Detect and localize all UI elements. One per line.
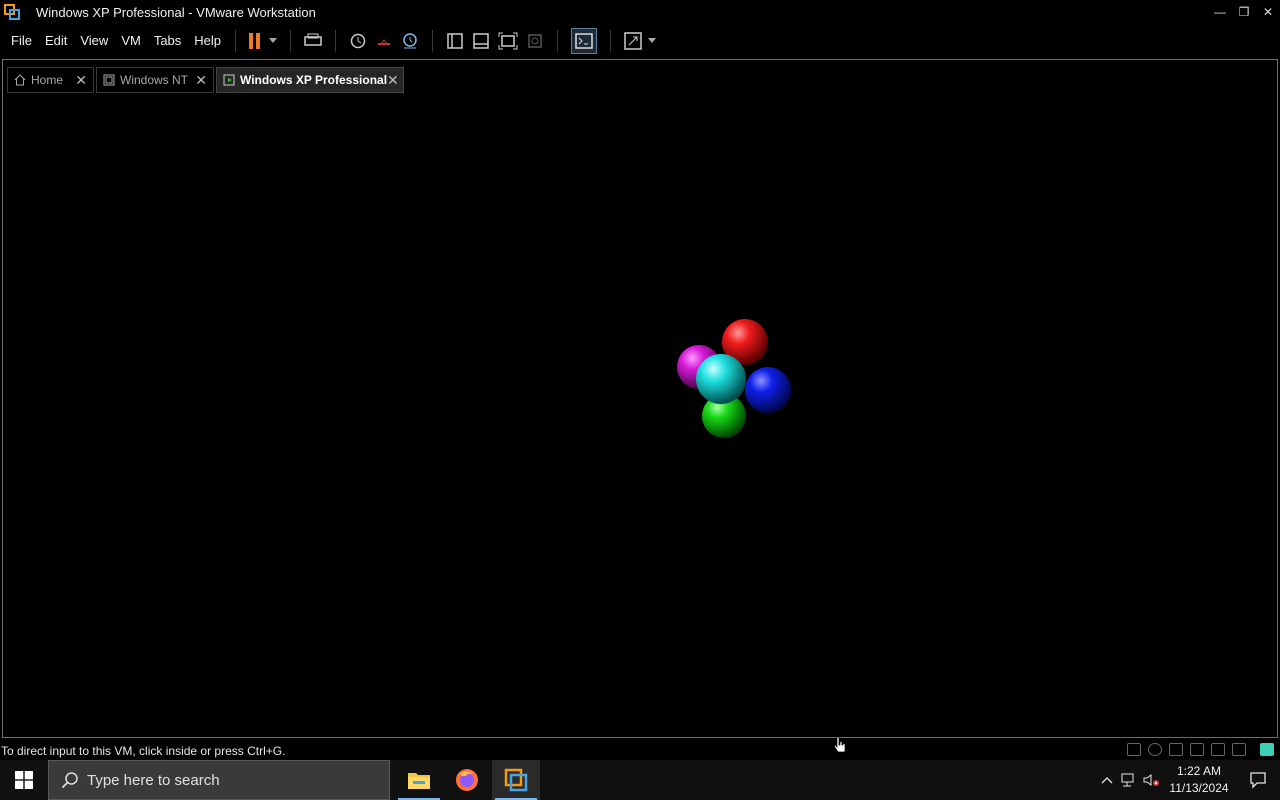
- device-status-icons: [1120, 743, 1274, 756]
- notification-center-button[interactable]: [1236, 760, 1280, 800]
- revert-snapshot-icon: [378, 38, 391, 45]
- volume-muted-icon[interactable]: [1140, 760, 1162, 800]
- close-button[interactable]: ✕: [1256, 0, 1280, 24]
- show-library-button[interactable]: [446, 30, 464, 52]
- title-bar: Windows XP Professional - VMware Worksta…: [0, 0, 1280, 24]
- menu-tabs[interactable]: Tabs: [154, 33, 181, 48]
- menu-edit[interactable]: Edit: [45, 33, 67, 48]
- pause-icon: [249, 32, 254, 49]
- floppy-icon[interactable]: [1169, 743, 1183, 756]
- tab-label: Windows XP Professional: [240, 73, 388, 87]
- menu-toolbar: File Edit View VM Tabs Help: [0, 24, 1280, 57]
- full-screen-icon: [498, 32, 518, 49]
- minimize-button[interactable]: —: [1208, 0, 1232, 24]
- screensaver-spheres: [677, 319, 791, 438]
- toolbar-separator: [610, 29, 612, 52]
- vmware-workstation-icon: [504, 768, 528, 792]
- tab-label: Windows NT: [120, 73, 189, 87]
- taskbar-file-explorer[interactable]: [395, 760, 443, 800]
- unity-button[interactable]: [526, 30, 544, 52]
- thumbnail-bar-icon: [473, 32, 489, 49]
- network-adapter-icon[interactable]: [1190, 743, 1204, 756]
- close-icon[interactable]: ✕: [75, 72, 87, 89]
- console-view-icon: [575, 32, 593, 49]
- toolbar-separator: [335, 29, 337, 52]
- window-controls: — ❐ ✕: [1208, 0, 1280, 24]
- send-ctrl-alt-del-icon: [304, 33, 322, 46]
- sphere-cyan: [696, 354, 746, 404]
- taskbar-clock[interactable]: 1:22 AM 11/13/2024: [1162, 763, 1236, 797]
- tab-home[interactable]: Home ✕: [7, 67, 94, 93]
- notification-icon: [1250, 772, 1266, 789]
- usb-icon[interactable]: [1211, 743, 1225, 756]
- search-icon: [61, 772, 78, 789]
- message-log-icon[interactable]: [1260, 743, 1274, 756]
- home-icon: [14, 74, 26, 86]
- vm-display[interactable]: [3, 97, 1275, 735]
- hard-disk-icon[interactable]: [1127, 743, 1141, 756]
- full-screen-button[interactable]: [498, 30, 518, 52]
- toolbar-separator: [557, 29, 559, 52]
- close-icon[interactable]: ✕: [387, 72, 399, 89]
- snapshot-icon: [350, 33, 366, 48]
- vm-icon: [103, 74, 115, 86]
- vm-running-icon: [223, 74, 235, 86]
- status-bar: To direct input to this VM, click inside…: [0, 736, 1280, 760]
- stretch-guest-button[interactable]: [624, 30, 657, 52]
- sphere-blue: [745, 367, 791, 413]
- snapshot-manager-icon: [403, 32, 417, 48]
- close-icon[interactable]: ✕: [195, 72, 207, 89]
- status-message: To direct input to this VM, click inside…: [1, 743, 286, 758]
- start-button[interactable]: [0, 760, 48, 800]
- stretch-guest-icon: [624, 31, 642, 50]
- tab-windows-nt[interactable]: Windows NT ✕: [96, 67, 214, 93]
- tab-windows-xp-professional[interactable]: Windows XP Professional ✕: [216, 67, 404, 93]
- windows-taskbar: Type here to search 1:22 AM 11/13/2024: [0, 760, 1280, 800]
- system-tray: 1:22 AM 11/13/2024: [1096, 760, 1280, 800]
- menu-file[interactable]: File: [11, 33, 32, 48]
- take-snapshot-button[interactable]: [349, 30, 367, 52]
- search-placeholder: Type here to search: [87, 771, 220, 789]
- snapshot-manager-button[interactable]: [401, 30, 419, 52]
- revert-snapshot-button[interactable]: [375, 30, 393, 52]
- cd-dvd-icon[interactable]: [1148, 743, 1162, 756]
- clock-time: 1:22 AM: [1176, 764, 1222, 778]
- menu-view[interactable]: View: [80, 33, 108, 48]
- file-explorer-icon: [408, 773, 430, 789]
- chevron-up-icon[interactable]: [1096, 760, 1118, 800]
- toolbar-separator: [235, 29, 237, 52]
- firefox-icon: [456, 769, 478, 791]
- unity-icon: [528, 33, 542, 48]
- window-title: Windows XP Professional - VMware Worksta…: [36, 4, 316, 20]
- taskbar-firefox[interactable]: [443, 760, 491, 800]
- mouse-cursor-icon: [833, 736, 846, 753]
- windows-logo-icon: [15, 771, 33, 789]
- pause-button[interactable]: [249, 30, 278, 52]
- clock-date: 11/13/2024: [1169, 781, 1229, 795]
- tab-bar: Home ✕ Windows NT ✕ Windows XP Professio…: [7, 67, 406, 95]
- toolbar-separator: [290, 29, 292, 52]
- sound-icon[interactable]: [1232, 743, 1246, 756]
- toolbar-separator: [432, 29, 434, 52]
- vmware-app-icon[interactable]: [4, 4, 20, 20]
- menu-help[interactable]: Help: [194, 33, 221, 48]
- menu-vm[interactable]: VM: [121, 33, 141, 48]
- send-ctrl-alt-del-button[interactable]: [304, 30, 322, 52]
- taskbar-vmware-workstation[interactable]: [492, 760, 540, 800]
- restore-button[interactable]: ❐: [1232, 0, 1256, 24]
- taskbar-search-box[interactable]: Type here to search: [48, 760, 390, 800]
- console-view-button[interactable]: [571, 27, 598, 54]
- network-icon[interactable]: [1118, 760, 1140, 800]
- thumbnail-bar-button[interactable]: [472, 30, 490, 52]
- tab-label: Home: [31, 73, 64, 87]
- library-icon: [447, 32, 463, 49]
- chevron-down-icon[interactable]: [269, 38, 278, 43]
- chevron-down-icon[interactable]: [648, 38, 657, 43]
